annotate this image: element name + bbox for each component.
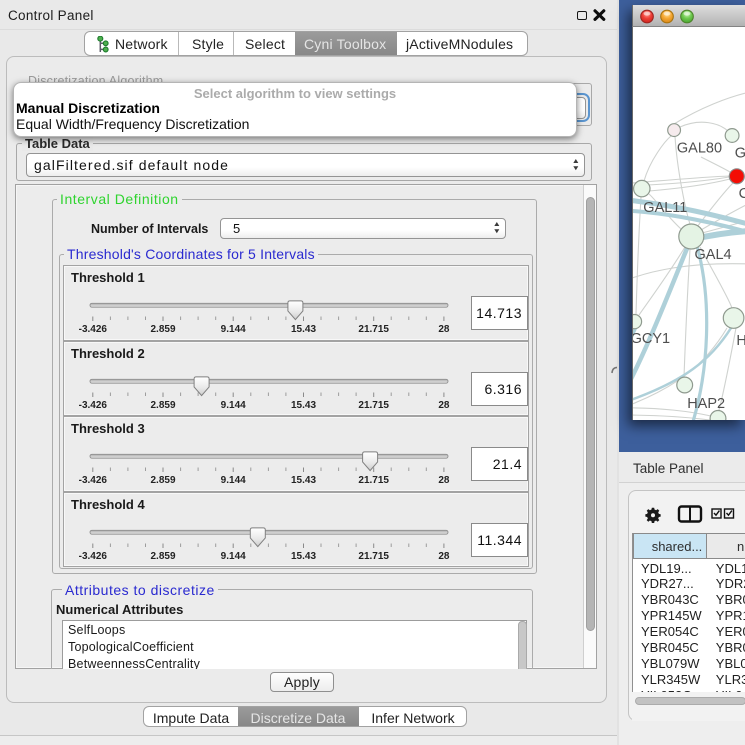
svg-text:HAP2: HAP2 bbox=[687, 396, 725, 412]
svg-text:-3.426: -3.426 bbox=[79, 475, 108, 486]
svg-text:2.859: 2.859 bbox=[150, 475, 175, 486]
svg-text:GAL11: GAL11 bbox=[643, 200, 687, 216]
svg-text:21.715: 21.715 bbox=[358, 551, 389, 562]
svg-text:15.43: 15.43 bbox=[291, 551, 316, 562]
svg-text:2.859: 2.859 bbox=[150, 551, 175, 562]
svg-text:C: C bbox=[739, 186, 745, 202]
svg-text:GAL4: GAL4 bbox=[695, 247, 732, 263]
svg-text:-3.426: -3.426 bbox=[79, 551, 108, 562]
svg-text:GAL80: GAL80 bbox=[677, 141, 722, 157]
svg-text:-3.426: -3.426 bbox=[79, 400, 108, 411]
svg-text:2.859: 2.859 bbox=[150, 324, 175, 335]
svg-text:15.43: 15.43 bbox=[291, 400, 316, 411]
svg-text:-3.426: -3.426 bbox=[79, 324, 108, 335]
svg-text:21.715: 21.715 bbox=[358, 475, 389, 486]
svg-text:28: 28 bbox=[438, 551, 450, 562]
svg-text:28: 28 bbox=[438, 475, 450, 486]
svg-text:28: 28 bbox=[438, 324, 450, 335]
svg-text:GA: GA bbox=[735, 146, 745, 162]
svg-text:GCY1: GCY1 bbox=[633, 331, 670, 347]
svg-text:21.715: 21.715 bbox=[358, 400, 389, 411]
svg-text:9.144: 9.144 bbox=[221, 475, 246, 486]
svg-text:9.144: 9.144 bbox=[221, 551, 246, 562]
svg-text:2.859: 2.859 bbox=[150, 400, 175, 411]
svg-text:9.144: 9.144 bbox=[221, 400, 246, 411]
svg-text:21.715: 21.715 bbox=[358, 324, 389, 335]
svg-text:15.43: 15.43 bbox=[291, 475, 316, 486]
svg-text:9.144: 9.144 bbox=[221, 324, 246, 335]
svg-text:28: 28 bbox=[438, 400, 450, 411]
svg-text:H: H bbox=[736, 333, 745, 349]
svg-text:15.43: 15.43 bbox=[291, 324, 316, 335]
